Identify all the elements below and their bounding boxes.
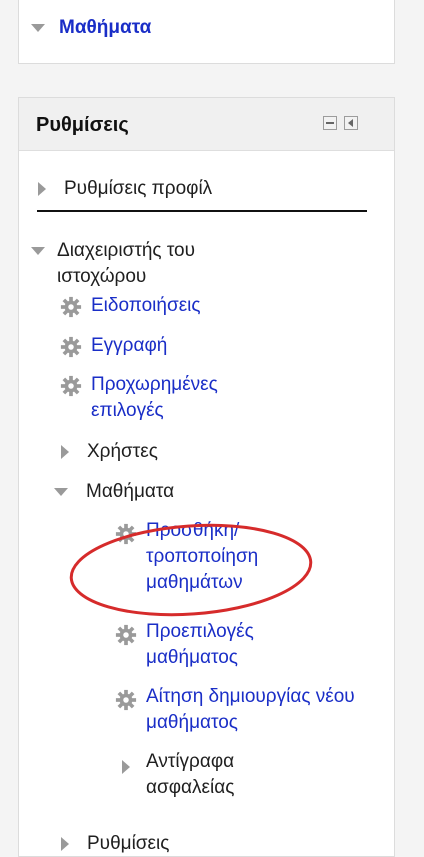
tree-item-profile-settings[interactable]: Ρυθμίσεις προφίλ xyxy=(38,176,212,202)
minus-icon xyxy=(326,122,334,124)
registration-link[interactable]: Εγγραφή xyxy=(91,333,167,359)
course-request-link[interactable]: Αίτηση δημιουργίας νέου μαθήματος xyxy=(146,684,396,736)
tree-item-courses[interactable]: Μαθήματα xyxy=(54,479,174,505)
gear-icon xyxy=(60,336,82,358)
gear-icon xyxy=(60,375,82,397)
highlight-circle xyxy=(69,523,313,617)
settings-cutoff-label: Ρυθμίσεις xyxy=(87,833,170,854)
gear-icon xyxy=(115,689,137,711)
dock-arrow-icon xyxy=(348,119,353,127)
expand-arrow-icon xyxy=(31,24,45,32)
site-admin-label: Διαχειριστής του ιστοχώρου xyxy=(57,240,196,287)
collapse-arrow-icon xyxy=(31,247,45,255)
courses-link[interactable]: Μαθήματα xyxy=(59,17,151,39)
courses-block: Μαθήματα xyxy=(18,0,395,64)
expand-arrow-icon xyxy=(61,445,69,459)
backups-label: Αντίγραφα ασφαλείας xyxy=(146,751,235,798)
tree-item-settings-cutoff[interactable]: Ρυθμίσεις xyxy=(61,831,169,857)
divider xyxy=(37,210,367,212)
tree-item-users[interactable]: Χρήστες xyxy=(61,439,158,465)
users-label: Χρήστες xyxy=(87,441,158,462)
expand-arrow-icon xyxy=(122,760,130,774)
settings-title: Ρυθμίσεις xyxy=(36,114,129,136)
advanced-options-link[interactable]: Προχωρημένες επιλογές xyxy=(91,372,241,424)
course-defaults-link[interactable]: Προεπιλογές μαθήματος xyxy=(146,619,296,671)
gear-icon xyxy=(115,624,137,646)
expand-arrow-icon xyxy=(61,837,69,851)
dock-block-button[interactable] xyxy=(344,116,358,130)
collapse-block-button[interactable] xyxy=(323,116,337,130)
gear-icon xyxy=(60,296,82,318)
expand-arrow-icon xyxy=(38,182,46,196)
notifications-link[interactable]: Ειδοποιήσεις xyxy=(91,293,201,319)
settings-header: Ρυθμίσεις xyxy=(19,98,394,151)
collapse-arrow-icon xyxy=(54,488,68,496)
courses-node[interactable]: Μαθήματα xyxy=(31,17,151,39)
courses-label: Μαθήματα xyxy=(86,481,175,502)
settings-block: Ρυθμίσεις Ρυθμίσεις προφίλ Διαχειριστής … xyxy=(18,97,395,857)
profile-settings-label: Ρυθμίσεις προφίλ xyxy=(64,178,213,199)
